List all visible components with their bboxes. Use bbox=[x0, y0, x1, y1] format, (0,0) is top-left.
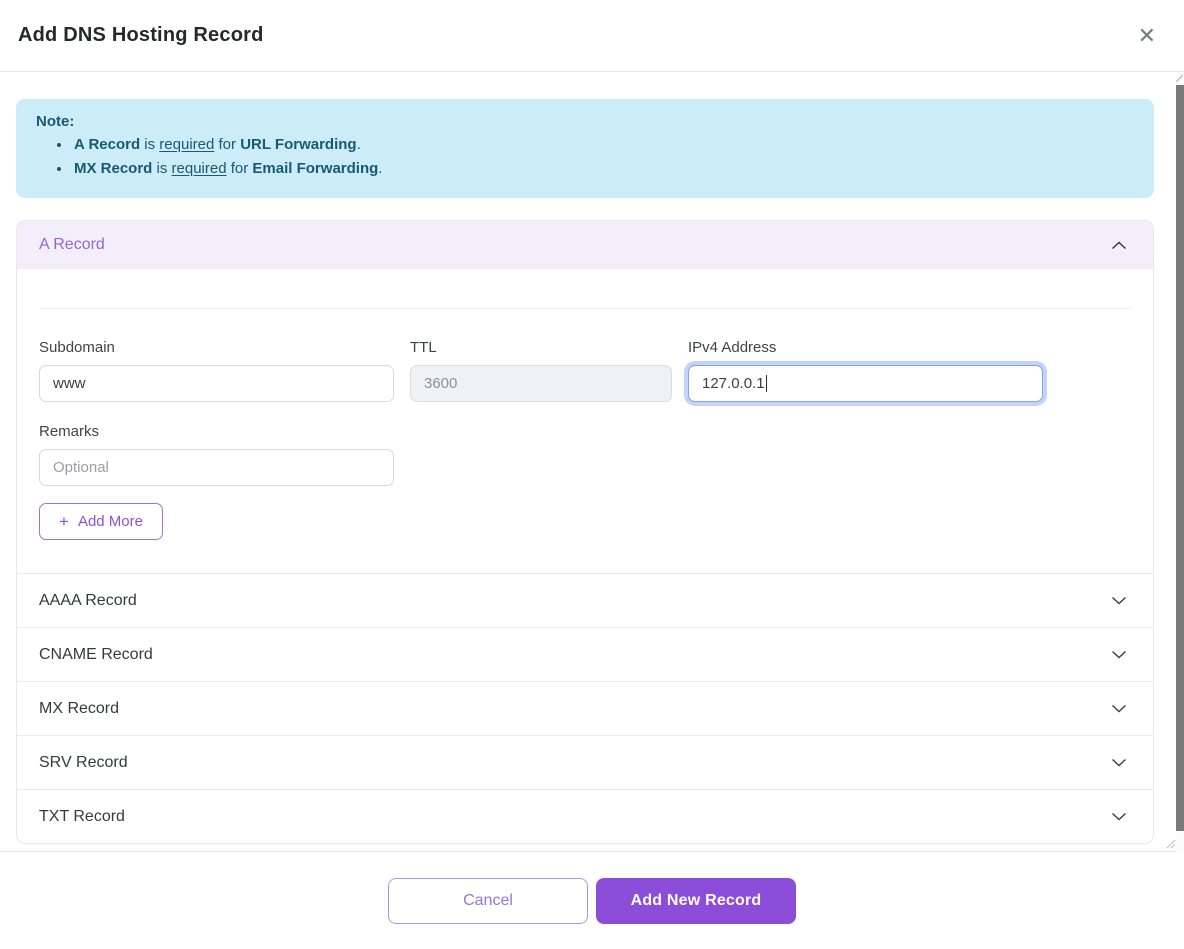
resize-grip-icon bbox=[1166, 839, 1176, 849]
ipv4-label: IPv4 Address bbox=[688, 339, 1043, 356]
add-more-label: Add More bbox=[78, 513, 143, 530]
accordion-header-mx-record[interactable]: MX Record bbox=[17, 681, 1153, 735]
scrollbar-thumb[interactable] bbox=[1176, 85, 1184, 831]
note-required-word: required bbox=[172, 160, 227, 177]
add-new-record-button[interactable]: Add New Record bbox=[596, 878, 796, 924]
panel-divider bbox=[39, 308, 1131, 309]
accordion-label: A Record bbox=[39, 236, 105, 254]
remarks-label: Remarks bbox=[39, 423, 394, 440]
accordion-header-srv-record[interactable]: SRV Record bbox=[17, 735, 1153, 789]
record-accordion: A Record Subdomain TTL bbox=[16, 220, 1154, 844]
note-feature-name: URL Forwarding bbox=[240, 136, 356, 153]
modal-body: Note: A Record is required for URL Forwa… bbox=[0, 72, 1184, 844]
note-list: A Record is required for URL Forwarding.… bbox=[36, 133, 1134, 181]
page-title: Add DNS Hosting Record bbox=[18, 24, 264, 47]
accordion-header-aaaa-record[interactable]: AAAA Record bbox=[17, 573, 1153, 627]
remarks-input[interactable] bbox=[39, 449, 394, 486]
accordion-label: CNAME Record bbox=[39, 646, 153, 664]
ttl-input bbox=[410, 365, 672, 402]
scrollbar-top-notch-icon bbox=[1176, 74, 1183, 82]
accordion-label: TXT Record bbox=[39, 808, 125, 826]
ipv4-value: 127.0.0.1 bbox=[702, 375, 765, 392]
accordion-label: SRV Record bbox=[39, 754, 128, 772]
note-record-name: A Record bbox=[74, 136, 140, 153]
chevron-down-icon bbox=[1111, 596, 1127, 605]
note-required-word: required bbox=[159, 136, 214, 153]
scrollbar-track[interactable] bbox=[1176, 73, 1184, 852]
chevron-down-icon bbox=[1111, 704, 1127, 713]
accordion-header-a-record[interactable]: A Record bbox=[17, 221, 1153, 269]
accordion-label: MX Record bbox=[39, 700, 119, 718]
close-icon[interactable]: ✕ bbox=[1132, 23, 1162, 49]
chevron-down-icon bbox=[1111, 758, 1127, 767]
accordion-label: AAAA Record bbox=[39, 592, 137, 610]
chevron-down-icon bbox=[1111, 812, 1127, 821]
accordion-header-cname-record[interactable]: CNAME Record bbox=[17, 627, 1153, 681]
ttl-field: TTL bbox=[410, 339, 672, 402]
accordion-header-txt-record[interactable]: TXT Record bbox=[17, 789, 1153, 843]
modal-footer: Cancel Add New Record bbox=[0, 851, 1184, 949]
note-record-name: MX Record bbox=[74, 160, 152, 177]
a-record-field-row: Subdomain TTL IPv4 Address 127.0.0.1 bbox=[39, 339, 1131, 402]
note-feature-name: Email Forwarding bbox=[252, 160, 378, 177]
plus-icon: + bbox=[59, 513, 69, 530]
ipv4-field: IPv4 Address 127.0.0.1 bbox=[688, 339, 1043, 402]
add-dns-record-modal: Add DNS Hosting Record ✕ Note: A Record … bbox=[0, 0, 1184, 949]
ipv4-input[interactable]: 127.0.0.1 bbox=[688, 365, 1043, 402]
chevron-up-icon bbox=[1111, 241, 1127, 250]
a-record-panel: Subdomain TTL IPv4 Address 127.0.0.1 bbox=[17, 308, 1153, 573]
note-heading: Note: bbox=[36, 113, 1134, 130]
ttl-label: TTL bbox=[410, 339, 672, 356]
note-item-mx-record: MX Record is required for Email Forwardi… bbox=[72, 157, 1134, 181]
chevron-down-icon bbox=[1111, 650, 1127, 659]
cancel-button[interactable]: Cancel bbox=[388, 878, 588, 924]
subdomain-field: Subdomain bbox=[39, 339, 394, 402]
subdomain-input[interactable] bbox=[39, 365, 394, 402]
subdomain-label: Subdomain bbox=[39, 339, 394, 356]
note-item-a-record: A Record is required for URL Forwarding. bbox=[72, 133, 1134, 157]
modal-header: Add DNS Hosting Record ✕ bbox=[0, 0, 1184, 72]
add-more-button[interactable]: + Add More bbox=[39, 503, 163, 540]
note-box: Note: A Record is required for URL Forwa… bbox=[16, 99, 1154, 198]
text-caret bbox=[766, 375, 768, 392]
remarks-field: Remarks bbox=[39, 423, 394, 486]
